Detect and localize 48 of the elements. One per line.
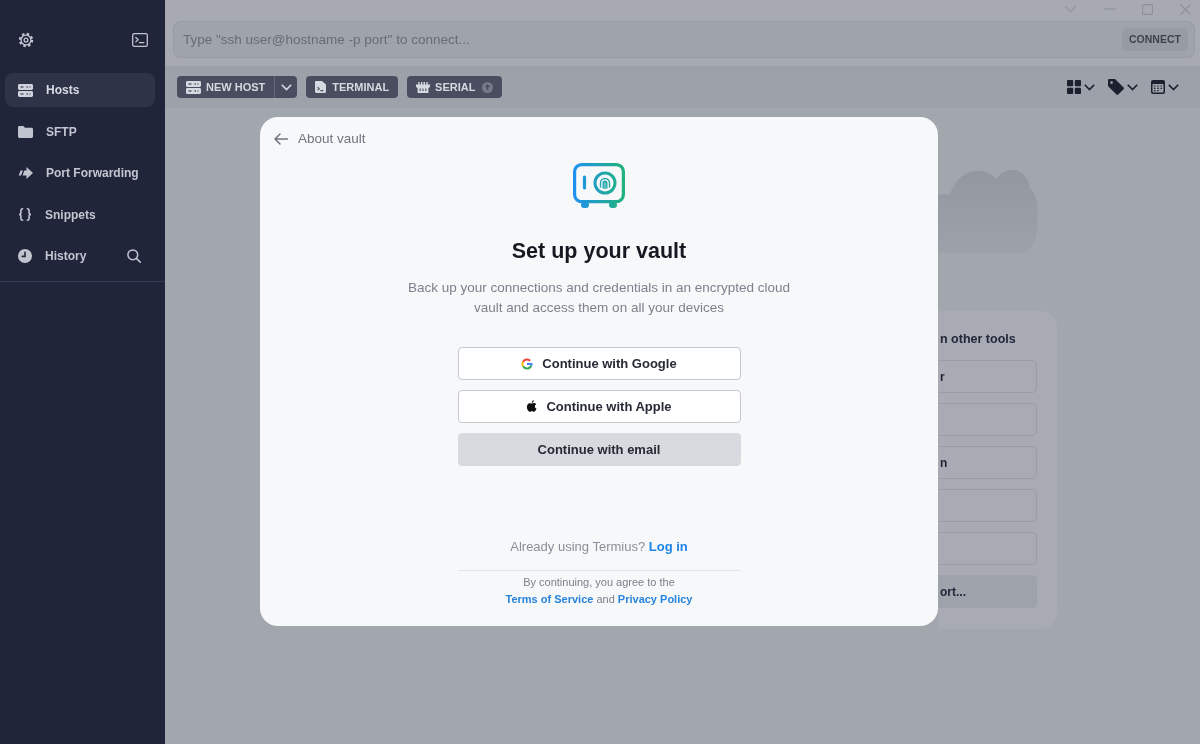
apple-icon [526,400,538,413]
search-icon[interactable] [127,249,141,263]
server-icon [186,80,201,94]
arrow-icon [18,167,33,179]
login-prompt: Already using Termius? Log in [510,538,688,556]
caret-icon [280,83,292,91]
layout-menu-button[interactable] [1067,80,1095,94]
sidebar-item[interactable]: Hosts [5,73,155,107]
tag-filter-button[interactable] [1108,79,1138,95]
tag-icon [1108,79,1124,95]
back-arrow-icon [274,133,288,145]
sidebar-item[interactable]: Snippets [5,197,155,232]
terminal-icon[interactable] [132,33,148,47]
upgrade-icon [482,81,494,93]
sidebar-item[interactable]: Port Forwarding [5,156,155,190]
sidebar-item[interactable]: SFTP [5,114,155,149]
panel-title: n other tools [939,332,1017,347]
caret-icon [1127,83,1138,91]
folder-icon [18,125,33,138]
import-option-button[interactable]: ort... [938,575,1037,608]
calendar-icon [1151,80,1165,94]
server-icon [18,83,33,97]
email-sign-in-button[interactable]: Continue with email [457,433,741,466]
dialog-description: Back up your connections and credentials in an encrypted cloud vault and access them on all your devices [407,279,791,317]
apple-sign-in-button[interactable]: Continue with Apple [457,390,741,423]
sort-menu-button[interactable] [1151,80,1179,94]
login-link[interactable]: Log in [648,539,688,554]
terminal-icon [315,81,328,93]
new-host-button[interactable]: NEW HOST [177,76,275,98]
dialog-title: Set up your vault [511,238,687,265]
terminal-button[interactable]: TERMINAL [306,76,399,98]
plug-icon [416,81,431,93]
terms-notice: By continuing, you agree to the Terms of Service and Privacy Policy [505,575,693,607]
vault-icon [573,163,625,209]
caret-icon [1084,83,1095,91]
braces-icon [18,208,32,221]
google-icon [521,357,534,370]
back-link[interactable]: About vault [274,130,366,148]
grid-icon [1067,80,1081,94]
dropdown-button[interactable] [274,76,298,98]
caret-icon [1168,83,1179,91]
settings-icon[interactable] [18,32,34,48]
sidebar-item[interactable]: History [5,239,155,273]
serial-button[interactable]: SERIAL [407,76,503,98]
clock-icon [18,249,32,263]
google-sign-in-button[interactable]: Continue with Google [457,347,741,380]
terms-link[interactable]: Terms of Service [505,593,594,605]
privacy-link[interactable]: Privacy Policy [617,593,693,605]
